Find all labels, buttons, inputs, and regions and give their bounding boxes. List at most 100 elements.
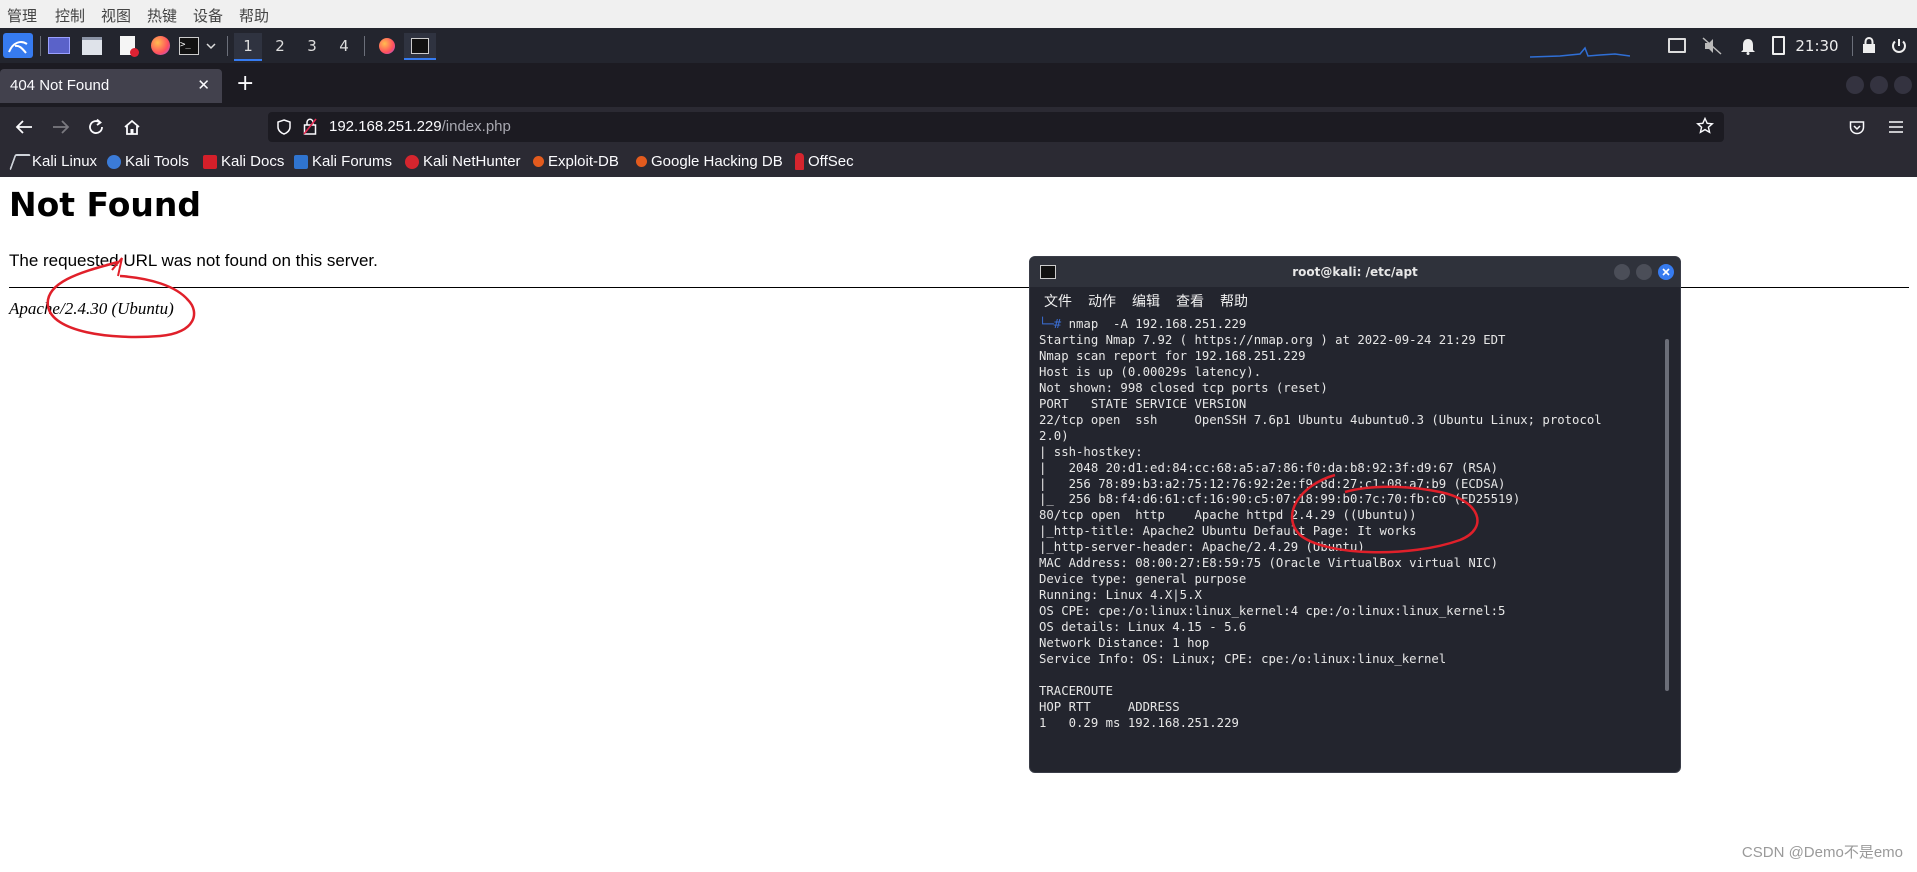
terminal-titlebar[interactable]: root@kali: /etc/apt bbox=[1030, 257, 1680, 287]
workspace-1[interactable]: 1 bbox=[234, 33, 262, 61]
notification-bell-icon[interactable] bbox=[1737, 33, 1759, 58]
close-tab-icon[interactable]: ✕ bbox=[197, 76, 210, 94]
chevron-down-icon[interactable] bbox=[204, 33, 218, 58]
bookmark-kali-docs[interactable]: Kali Docs bbox=[203, 153, 284, 170]
host-menu-devices[interactable]: 设备 bbox=[193, 5, 223, 26]
bookmarks-toolbar: Kali Linux Kali Tools Kali Docs Kali For… bbox=[0, 147, 1917, 177]
terminal-line: | 256 78:89:b3:a2:75:12:76:92:2e:f9:8d:2… bbox=[1039, 476, 1506, 491]
terminal-line: Host is up (0.00029s latency). bbox=[1039, 364, 1262, 379]
home-icon[interactable] bbox=[120, 115, 144, 139]
url-bar[interactable]: 192.168.251.229/index.php bbox=[268, 112, 1724, 142]
bookmark-label: Kali Tools bbox=[125, 153, 189, 170]
hamburger-menu-icon[interactable] bbox=[1884, 115, 1908, 139]
terminal-line: Running: Linux 4.X|5.X bbox=[1039, 588, 1202, 603]
volume-muted-icon[interactable] bbox=[1700, 33, 1724, 58]
panel-separator bbox=[364, 36, 365, 56]
pocket-icon[interactable] bbox=[1845, 115, 1869, 139]
terminal-menu-file[interactable]: 文件 bbox=[1044, 291, 1072, 311]
power-icon[interactable] bbox=[1888, 33, 1910, 58]
nethunter-icon bbox=[405, 154, 419, 169]
terminal-window[interactable]: root@kali: /etc/apt 文件 动作 编辑 查看 帮助 └─# n… bbox=[1029, 256, 1681, 773]
terminal-line: Starting Nmap 7.92 ( https://nmap.org ) … bbox=[1039, 332, 1506, 347]
url-text: 192.168.251.229/index.php bbox=[329, 118, 511, 135]
lock-icon[interactable] bbox=[1858, 33, 1880, 58]
terminal-menu-view[interactable]: 查看 bbox=[1176, 291, 1204, 311]
browser-nav-bar: 192.168.251.229/index.php bbox=[0, 107, 1917, 147]
terminal-prompt-line: └─# nmap -A 192.168.251.229 bbox=[1039, 317, 1659, 333]
bookmark-label: Exploit-DB bbox=[548, 153, 619, 170]
bookmark-google-hacking-db[interactable]: Google Hacking DB bbox=[636, 153, 783, 170]
panel-clock[interactable]: 21:30 bbox=[1792, 33, 1842, 58]
firefox-icon[interactable] bbox=[147, 33, 173, 58]
terminal-line: Service Info: OS: Linux; CPE: cpe:/o:lin… bbox=[1039, 652, 1447, 667]
bookmark-offsec[interactable]: OffSec bbox=[795, 153, 854, 170]
close-window-button[interactable] bbox=[1894, 76, 1912, 94]
bookmark-star-icon[interactable] bbox=[1696, 116, 1714, 139]
text-editor-icon[interactable] bbox=[114, 33, 140, 58]
host-menu-manage[interactable]: 管理 bbox=[7, 5, 37, 26]
terminal-line: |_http-title: Apache2 Ubuntu Default Pag… bbox=[1039, 524, 1417, 539]
panel-separator bbox=[227, 36, 228, 56]
page-heading: Not Found bbox=[9, 185, 202, 224]
minimize-window-button[interactable] bbox=[1846, 76, 1864, 94]
terminal-lines: Starting Nmap 7.92 ( https://nmap.org ) … bbox=[1039, 333, 1659, 732]
terminal-line: 1 0.29 ms 192.168.251.229 bbox=[1039, 715, 1239, 730]
terminal-line: |_ 256 b8:f4:d6:61:cf:16:90:c5:07:18:99:… bbox=[1039, 492, 1521, 507]
bookmark-kali-forums[interactable]: Kali Forums bbox=[294, 153, 392, 170]
host-menu-bar: 管理 控制 视图 热键 设备 帮助 bbox=[0, 0, 1917, 28]
display-icon[interactable] bbox=[1666, 33, 1688, 58]
host-menu-control[interactable]: 控制 bbox=[55, 5, 85, 26]
terminal-icon[interactable]: >_ bbox=[178, 33, 200, 58]
maximize-window-button[interactable] bbox=[1870, 76, 1888, 94]
host-menu-help[interactable]: 帮助 bbox=[239, 5, 269, 26]
workspace-2[interactable]: 2 bbox=[266, 33, 294, 59]
terminal-close-button[interactable] bbox=[1658, 264, 1674, 280]
back-icon[interactable] bbox=[12, 115, 36, 139]
taskbar-firefox-icon[interactable] bbox=[374, 33, 400, 58]
terminal-maximize-button[interactable] bbox=[1636, 264, 1652, 280]
kali-docs-icon bbox=[203, 154, 217, 169]
terminal-menu-edit[interactable]: 编辑 bbox=[1132, 291, 1160, 311]
terminal-scrollbar[interactable] bbox=[1665, 339, 1669, 691]
host-menu-hotkey[interactable]: 热键 bbox=[147, 5, 177, 26]
page-message: The requested URL was not found on this … bbox=[9, 251, 378, 270]
terminal-menu-help[interactable]: 帮助 bbox=[1220, 291, 1248, 311]
bookmark-kali-nethunter[interactable]: Kali NetHunter bbox=[405, 153, 521, 170]
file-manager-icon[interactable] bbox=[79, 33, 105, 58]
terminal-line: |_http-server-header: Apache/2.4.29 (Ubu… bbox=[1039, 540, 1365, 555]
desktop-icon[interactable] bbox=[46, 33, 72, 58]
tracking-shield-icon[interactable] bbox=[277, 119, 291, 139]
workspace-3[interactable]: 3 bbox=[298, 33, 326, 59]
url-path: /index.php bbox=[441, 118, 511, 135]
terminal-command: nmap -A 192.168.251.229 bbox=[1068, 317, 1247, 331]
host-menu-view[interactable]: 视图 bbox=[101, 5, 131, 26]
taskbar-terminal-icon[interactable] bbox=[404, 33, 436, 60]
kali-tools-icon bbox=[107, 154, 121, 169]
server-signature: Apache/2.4.30 (Ubuntu) bbox=[9, 299, 174, 318]
terminal-menu-bar: 文件 动作 编辑 查看 帮助 bbox=[1030, 287, 1680, 313]
terminal-line: OS details: Linux 4.15 - 5.6 bbox=[1039, 620, 1247, 635]
bookmark-exploit-db[interactable]: Exploit-DB bbox=[533, 153, 619, 170]
bookmark-kali-tools[interactable]: Kali Tools bbox=[107, 153, 189, 170]
bookmark-kali-linux[interactable]: Kali Linux bbox=[9, 153, 97, 170]
url-host: 192.168.251.229 bbox=[329, 118, 442, 135]
terminal-line: TRACEROUTE bbox=[1039, 683, 1114, 698]
bookmark-label: Kali Forums bbox=[312, 153, 393, 170]
forward-icon[interactable] bbox=[49, 115, 73, 139]
reload-icon[interactable] bbox=[84, 115, 108, 139]
bookmark-label: Kali NetHunter bbox=[423, 153, 521, 170]
browser-tab[interactable]: 404 Not Found ✕ bbox=[0, 69, 222, 103]
terminal-line: Device type: general purpose bbox=[1039, 572, 1247, 587]
terminal-output[interactable]: └─# nmap -A 192.168.251.229 Starting Nmap… bbox=[1039, 317, 1659, 767]
terminal-line: MAC Address: 08:00:27:E8:59:75 (Oracle V… bbox=[1039, 556, 1499, 571]
terminal-line: 80/tcp open http Apache httpd 2.4.29 ((U… bbox=[1039, 508, 1417, 523]
insecure-lock-icon[interactable] bbox=[303, 118, 317, 139]
new-tab-button[interactable]: + bbox=[236, 73, 254, 95]
workspace-4[interactable]: 4 bbox=[330, 33, 358, 59]
csdn-watermark: CSDN @Demo不是emo bbox=[1741, 844, 1903, 861]
kali-menu-icon[interactable] bbox=[3, 33, 33, 58]
kali-forums-icon bbox=[294, 154, 308, 169]
terminal-line: OS CPE: cpe:/o:linux:linux_kernel:4 cpe:… bbox=[1039, 604, 1506, 619]
terminal-minimize-button[interactable] bbox=[1614, 264, 1630, 280]
terminal-menu-action[interactable]: 动作 bbox=[1088, 291, 1116, 311]
